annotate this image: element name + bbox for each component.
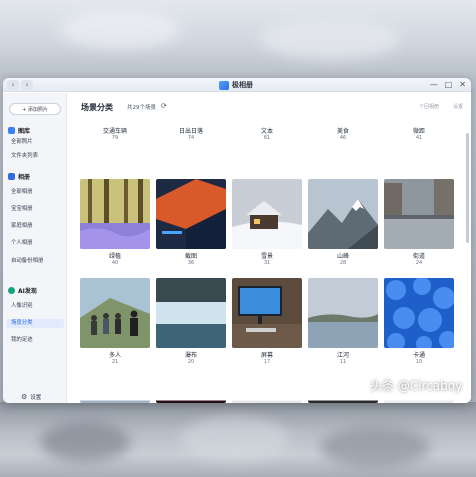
scene-count: 41 [415,135,423,141]
scene-label: 瀑布 [184,352,197,359]
sidebar-item-face-recognition[interactable]: 人像识别 [11,302,33,311]
scene-label: 屏幕 [260,352,273,359]
scene-tile[interactable] [232,378,302,403]
scene-tile[interactable] [80,378,150,403]
scene-tile-waterfall[interactable] [156,278,226,348]
scene-count: 11 [339,359,347,365]
scene-label: 卡通 [412,352,425,359]
scene-count: 79 [111,135,119,141]
sidebar-item-scene-classification[interactable]: 场景分类 [6,319,64,328]
scene-count: 10 [415,359,423,365]
scene-count: 21 [111,359,119,365]
scene-grid: 交通车辆 79 日出日落 74 文本 61 美食 46 微距 41 绿植 40 … [80,93,454,403]
ai-icon [8,287,15,294]
scene-label: 山峰 [336,253,349,260]
title-bar: ‹ › 极相册 — □ ✕ [3,78,471,92]
scrollbar[interactable] [466,133,469,243]
scene-count: 61 [263,135,271,141]
scene-count: 31 [263,260,271,266]
scene-tile-mountain[interactable] [308,179,378,249]
sidebar: + 添加照片 图库 全部照片 文件夹列表 相册 全部相册 宝宝相册 家庭相册 个… [3,93,67,403]
sidebar-item-baby-album[interactable]: 宝宝相册 [11,205,33,214]
view-settings-button[interactable]: 设置 [453,103,463,110]
sidebar-item-family-album[interactable]: 家庭相册 [11,222,33,231]
section-ai[interactable]: AI发现 [8,286,37,295]
scene-tile-street[interactable] [384,179,454,249]
gallery-icon [8,127,15,134]
main-content: 交通车辆 79 日出日落 74 文本 61 美食 46 微距 41 绿植 40 … [68,93,471,403]
app-logo-icon [219,80,229,90]
scene-label: 文本 [260,128,273,135]
scene-count: 17 [263,359,271,365]
scene-label: 截图 [184,253,197,260]
back-button[interactable]: ‹ [7,80,19,90]
section-gallery[interactable]: 图库 [8,126,30,135]
scene-tile[interactable] [156,378,226,403]
forward-button[interactable]: › [21,80,33,90]
section-ai-title: AI发现 [18,288,37,295]
section-albums[interactable]: 相册 [8,172,30,181]
scene-label: 街道 [412,253,425,260]
scene-tile-group[interactable] [80,278,150,348]
minimize-button[interactable]: — [430,79,438,90]
close-button[interactable]: ✕ [459,79,466,90]
scene-label: 微距 [412,128,425,135]
background-bottom [0,402,476,477]
scene-label: 日出日落 [178,128,203,135]
settings-label: 设置 [30,395,42,401]
refresh-icon[interactable]: ⟳ [161,102,167,110]
app-window: ‹ › 极相册 — □ ✕ + 添加照片 图库 全部照片 文件夹列表 相册 全部… [3,78,471,403]
app-title-text: 极相册 [232,81,253,89]
scene-tile[interactable] [308,378,378,403]
sidebar-item-my-footprints[interactable]: 我的足迹 [11,336,33,345]
scene-count: 40 [111,260,119,266]
scene-label: 雪景 [260,253,273,260]
scene-count: 74 [187,135,195,141]
scene-tile-screen[interactable] [232,278,302,348]
scene-tile-snow[interactable] [232,179,302,249]
page-title: 场景分类 [81,103,113,112]
maximize-button[interactable]: □ [445,79,453,90]
scene-label: 美食 [336,128,349,135]
sidebar-item-all-photos[interactable]: 全部照片 [11,138,33,147]
scene-tile-cartoon[interactable] [384,278,454,348]
watermark-text: 头条 @Circaboy [370,379,463,393]
scene-tile-green-plants[interactable] [80,179,150,249]
section-gallery-title: 图库 [18,128,31,135]
scene-tile-screenshot[interactable] [156,179,226,249]
scene-count-summary: 共29个场景 [127,105,156,111]
background-top [0,0,476,78]
sidebar-item-backup-album[interactable]: 自动备份相册 [11,257,43,266]
scene-count: 28 [339,260,347,266]
sidebar-item-folders[interactable]: 文件夹列表 [11,152,38,161]
scene-count: 20 [187,359,195,365]
add-photo-button[interactable]: + 添加照片 [9,103,61,115]
album-icon [8,173,15,180]
scene-count: 36 [187,260,195,266]
gear-icon: ⚙ [21,393,28,401]
scene-count: 24 [415,260,423,266]
scene-label: 绿植 [108,253,121,260]
scene-label: 江河 [336,352,349,359]
section-albums-title: 相册 [18,174,31,181]
scene-label: 多人 [108,352,121,359]
scene-count: 46 [339,135,347,141]
return-album-button[interactable]: 个回相册 [419,103,439,110]
scene-label: 交通车辆 [102,128,127,135]
settings-button[interactable]: ⚙ 设置 [21,393,41,401]
sidebar-item-personal-album[interactable]: 个人相册 [11,239,33,248]
app-title: 极相册 [219,80,253,90]
sidebar-item-all-albums[interactable]: 全部相册 [11,188,33,197]
scene-tile-river[interactable] [308,278,378,348]
